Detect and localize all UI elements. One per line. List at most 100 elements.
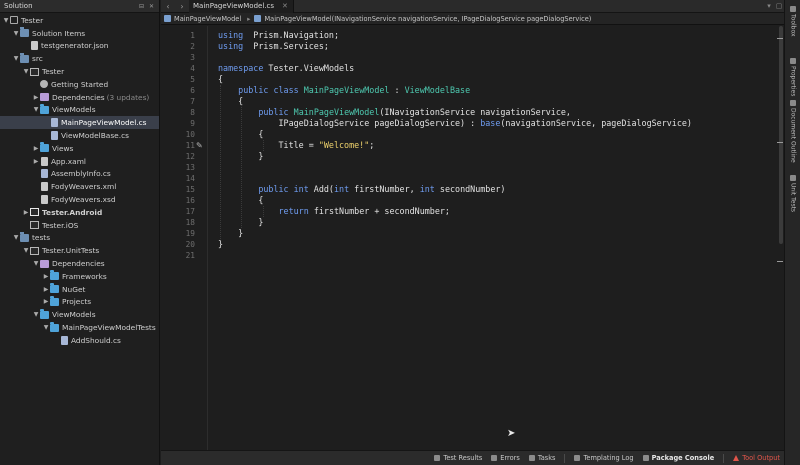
chevron-right-icon[interactable]: ▶ xyxy=(22,208,30,216)
status-templating-log[interactable]: Templating Log xyxy=(574,454,634,462)
code-keyword: using xyxy=(218,41,244,51)
tree-item-assemblyinfo-cs[interactable]: AssemblyInfo.cs xyxy=(0,168,159,181)
breadcrumb-member[interactable]: MainPageViewModel(INavigationService nav… xyxy=(264,15,591,23)
tree-item-testgenerator-json[interactable]: testgenerator.json xyxy=(0,40,159,53)
pad-icon xyxy=(528,455,535,461)
tree-item-addshould-cs[interactable]: AddShould.cs xyxy=(0,334,159,347)
close-pad-icon[interactable]: ✕ xyxy=(148,3,155,10)
properties-icon xyxy=(790,58,796,64)
line-number: 17 xyxy=(185,207,195,216)
tree-item-getting-started[interactable]: Getting Started xyxy=(0,78,159,91)
code-line: { xyxy=(218,74,223,85)
line-number: 5 xyxy=(190,75,195,84)
tree-item-solution-items[interactable]: ▼ Solution Items xyxy=(0,27,159,40)
code-token: firstNumber + secondNumber; xyxy=(308,206,450,216)
tree-item-test-dependencies[interactable]: ▼ Dependencies xyxy=(0,257,159,270)
tree-item-viewmodels[interactable]: ▼ ViewModels xyxy=(0,103,159,117)
tree-item-fodyweavers-xml[interactable]: FodyWeavers.xml xyxy=(0,180,159,193)
tree-item-nuget[interactable]: ▶ NuGet xyxy=(0,283,159,296)
dock-tab-label: Properties xyxy=(789,66,797,97)
tree-item-tester-solution[interactable]: ▼ Tester xyxy=(0,14,159,27)
chevron-down-icon[interactable]: ▼ xyxy=(32,260,40,268)
chevron-right-icon[interactable]: ▶ xyxy=(42,298,50,306)
status-test-results[interactable]: Test Results xyxy=(434,454,482,462)
vertical-scrollbar[interactable] xyxy=(776,26,784,450)
line-number: 20 xyxy=(185,240,195,249)
tree-item-frameworks[interactable]: ▶ Frameworks xyxy=(0,270,159,283)
tab-close-icon[interactable]: ✕ xyxy=(282,2,288,10)
folder-icon xyxy=(50,283,59,294)
status-tasks[interactable]: Tasks xyxy=(528,454,555,462)
tree-item-tests[interactable]: ▼ tests xyxy=(0,231,159,245)
chevron-right-icon[interactable]: ▶ xyxy=(42,272,50,280)
tree-item-mainpageviewmodel-cs[interactable]: MainPageViewModel.cs xyxy=(0,116,159,130)
nav-forward-icon[interactable]: › xyxy=(175,2,189,11)
tree-item-tester-ios[interactable]: Tester.iOS xyxy=(0,219,159,232)
status-label: Test Results xyxy=(443,454,483,462)
tree-item-tester-android[interactable]: ▶ Tester.Android xyxy=(0,206,159,219)
chevron-down-icon[interactable]: ▼ xyxy=(12,234,20,242)
code-keyword: public int xyxy=(258,184,309,194)
chevron-down-icon[interactable]: ▼ xyxy=(42,324,50,332)
code-token: { xyxy=(218,129,264,139)
tree-item-label: testgenerator.json xyxy=(41,41,109,51)
code-type: MainPageViewModel xyxy=(303,85,390,95)
dock-tab-document-outline[interactable]: Document Outline xyxy=(788,100,798,163)
tree-item-app-xaml[interactable]: ▶ App.xaml xyxy=(0,155,159,168)
chevron-right-icon[interactable]: ▶ xyxy=(32,157,40,165)
scrollbar-thumb[interactable] xyxy=(779,26,783,244)
code-string: "Welcome!" xyxy=(318,140,370,150)
chevron-down-icon[interactable]: ▼ xyxy=(2,16,10,24)
chevron-down-icon[interactable]: ▼ xyxy=(32,106,40,114)
code-area[interactable]: 1 2 3 4 5 6 7 8 9 10 11 12 13 14 15 16 17 18 19 20 21 ✎ using… xyxy=(161,26,784,450)
project-icon xyxy=(30,246,39,255)
tree-item-mainpageviewmodeltests[interactable]: ▼ MainPageViewModelTests xyxy=(0,321,159,334)
collapse-all-icon[interactable]: ⊟ xyxy=(138,3,145,10)
status-package-console[interactable]: Package Console xyxy=(642,454,714,462)
code-line: public int Add(int firstNumber, int seco… xyxy=(218,184,505,195)
maximize-icon[interactable]: ▢ xyxy=(774,2,784,10)
nav-back-icon[interactable]: ‹ xyxy=(161,2,175,11)
class-icon xyxy=(164,15,171,22)
status-tool-output[interactable]: Tool Output xyxy=(733,454,780,462)
tree-item-projects[interactable]: ▶ Projects xyxy=(0,295,159,309)
tree-item-test-viewmodels[interactable]: ▼ ViewModels xyxy=(0,308,159,321)
tree-item-views[interactable]: ▶ Views xyxy=(0,142,159,155)
tree-item-tester-unittests[interactable]: ▼ Tester.UnitTests xyxy=(0,244,159,257)
dock-tab-label: Unit Tests xyxy=(789,183,797,213)
chevron-down-icon[interactable]: ▼ xyxy=(32,311,40,319)
tab-dropdown-icon[interactable]: ▾ xyxy=(764,2,774,10)
code-line: IPageDialogService pageDialogService) : … xyxy=(218,118,692,129)
chevron-right-icon[interactable]: ▶ xyxy=(32,144,40,152)
tree-item-viewmodelbase-cs[interactable]: ViewModelBase.cs xyxy=(0,129,159,142)
chevron-down-icon[interactable]: ▼ xyxy=(22,68,30,76)
chevron-down-icon[interactable]: ▼ xyxy=(22,247,30,255)
dock-tab-toolbox[interactable]: Toolbox xyxy=(788,6,798,37)
tree-item-label: Tester.iOS xyxy=(42,220,79,230)
tree-item-dependencies[interactable]: ▶ Dependencies (3 updates) xyxy=(0,91,159,104)
tree-item-tester-project[interactable]: ▼ Tester xyxy=(0,65,159,78)
tree-item-fodyweavers-xsd[interactable]: FodyWeavers.xsd xyxy=(0,193,159,206)
breadcrumb-class[interactable]: MainPageViewModel xyxy=(174,15,241,23)
status-errors[interactable]: Errors xyxy=(491,454,520,462)
folder-icon xyxy=(40,308,49,319)
code-token: Add( xyxy=(308,184,334,194)
tree-item-label: src xyxy=(32,54,43,64)
chevron-down-icon[interactable]: ▼ xyxy=(12,29,20,37)
chevron-right-icon[interactable]: ▶ xyxy=(42,285,50,293)
dock-tab-properties[interactable]: Properties xyxy=(788,58,798,96)
status-bar: Test Results Errors Tasks Templating Log Pac… xyxy=(161,450,784,465)
overview-marker xyxy=(777,142,783,143)
dock-tab-unit-tests[interactable]: Unit Tests xyxy=(788,175,798,212)
file-icon xyxy=(41,182,48,192)
code-line: return firstNumber + secondNumber; xyxy=(218,206,450,217)
code-token: Title = xyxy=(218,140,319,150)
tree-item-src[interactable]: ▼ src xyxy=(0,52,159,65)
chevron-right-icon[interactable]: ▶ xyxy=(32,93,40,101)
editor: ‹ › MainPageViewModel.cs ✕ ▾ ▢ MainPageV… xyxy=(161,0,784,450)
tab-mainpageviewmodel[interactable]: MainPageViewModel.cs ✕ xyxy=(189,0,294,13)
chevron-down-icon[interactable]: ▼ xyxy=(12,55,20,63)
status-separator xyxy=(723,453,725,463)
tree-item-label: Dependencies xyxy=(52,259,105,269)
